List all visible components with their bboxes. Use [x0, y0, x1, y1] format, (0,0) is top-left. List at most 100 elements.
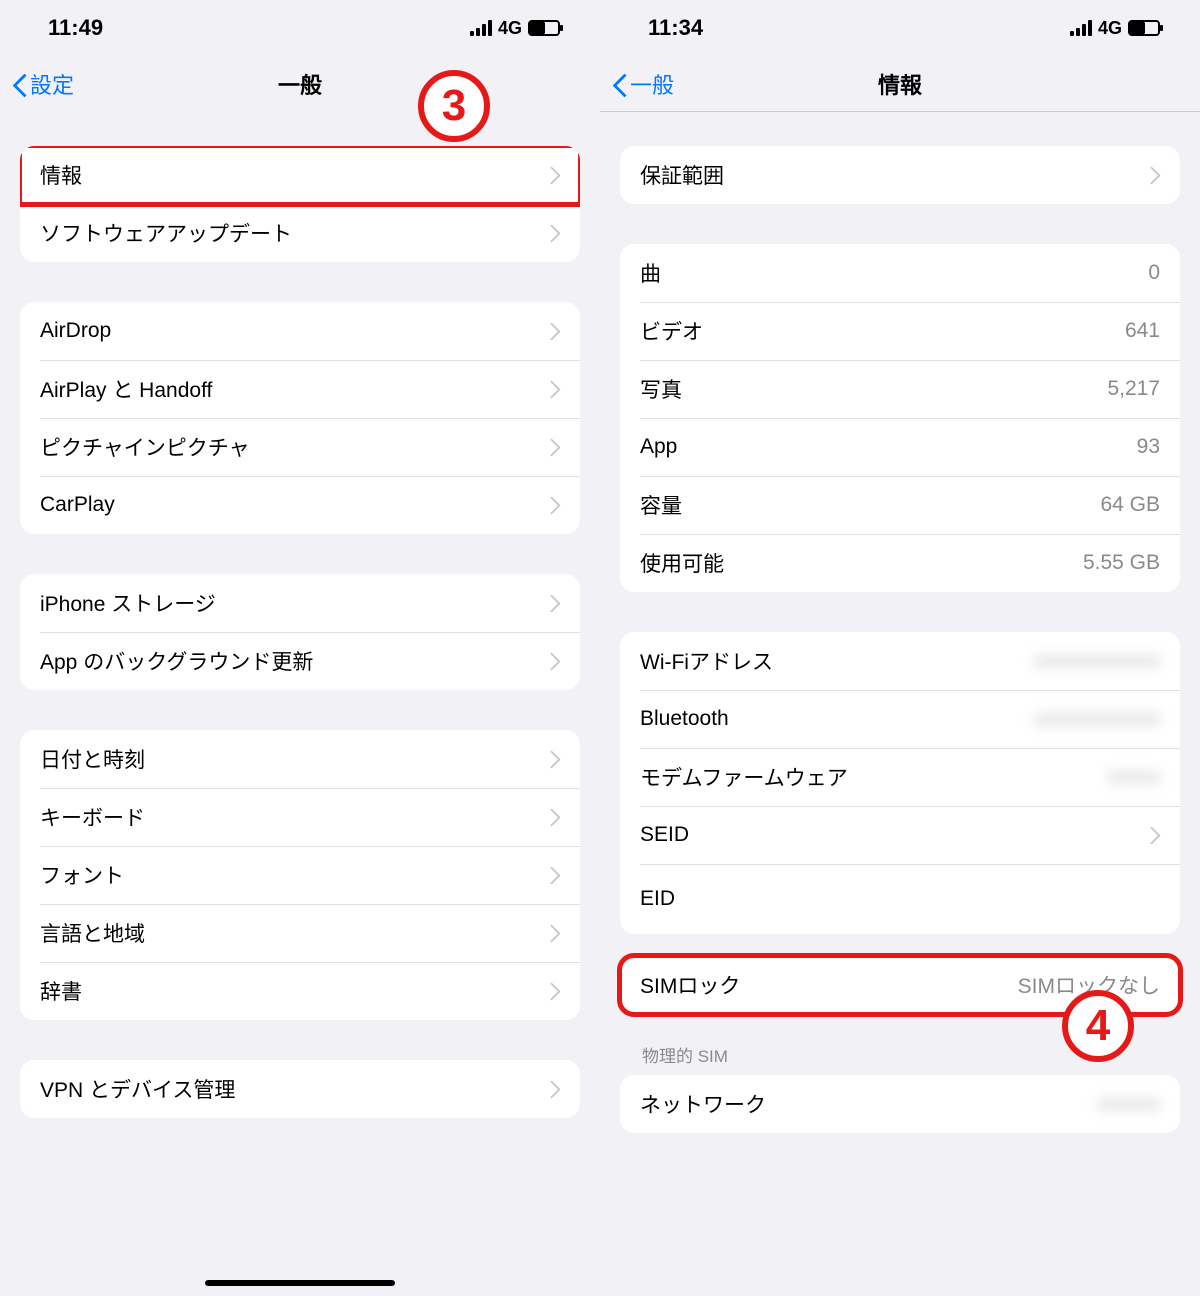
row-about[interactable]: 情報: [20, 146, 580, 204]
home-indicator: [205, 1280, 395, 1286]
chevron-right-icon: [548, 379, 560, 399]
status-right: 4G: [1070, 18, 1160, 39]
row-value: 5,217: [682, 377, 1160, 401]
row-label: 言語と地域: [40, 918, 145, 948]
row-pip[interactable]: ピクチャインピクチャ: [20, 418, 580, 476]
chevron-right-icon: [548, 165, 560, 185]
row-capacity: 容量 64 GB: [620, 476, 1180, 534]
row-background-refresh[interactable]: App のバックグラウンド更新: [20, 632, 580, 690]
row-available: 使用可能 5.55 GB: [620, 534, 1180, 592]
row-label: 日付と時刻: [40, 744, 145, 774]
group-airdrop: AirDrop AirPlay と Handoff ピクチャインピクチャ Car…: [20, 302, 580, 534]
row-songs: 曲 0: [620, 244, 1180, 302]
row-label: フォント: [40, 860, 124, 890]
chevron-right-icon: [548, 495, 560, 515]
row-label: App: [640, 435, 677, 459]
row-photos: 写真 5,217: [620, 360, 1180, 418]
chevron-left-icon: [612, 70, 628, 98]
row-iphone-storage[interactable]: iPhone ストレージ: [20, 574, 580, 632]
row-label: 使用可能: [640, 548, 724, 578]
row-wifi-address: Wi-Fiアドレス xxxxxxxxxxxx: [620, 632, 1180, 690]
group-addresses: Wi-Fiアドレス xxxxxxxxxxxx Bluetooth xxxxxxx…: [620, 632, 1180, 934]
chevron-right-icon: [548, 593, 560, 613]
status-bar: 11:49 4G: [0, 0, 600, 56]
row-label: 辞書: [40, 976, 82, 1006]
row-value: 64 GB: [682, 493, 1160, 517]
nav-title: 一般: [0, 68, 600, 100]
nav-back-label: 一般: [630, 68, 674, 100]
row-label: 曲: [640, 258, 661, 288]
row-value: 5.55 GB: [724, 551, 1160, 575]
battery-icon: [528, 20, 560, 36]
chevron-right-icon: [548, 651, 560, 671]
battery-icon: [1128, 20, 1160, 36]
row-modem-firmware: モデムファームウェア xxxxx: [620, 748, 1180, 806]
row-label: AirPlay と Handoff: [40, 374, 212, 404]
settings-list: 情報 ソフトウェアアップデート AirDrop AirPlay と Handof…: [0, 146, 600, 1158]
row-label: 保証範囲: [640, 160, 724, 190]
step-badge-3: 3: [418, 70, 490, 142]
row-label: Bluetooth: [640, 707, 729, 731]
chevron-right-icon: [548, 437, 560, 457]
row-carplay[interactable]: CarPlay: [20, 476, 580, 534]
row-software-update[interactable]: ソフトウェアアップデート: [20, 204, 580, 262]
row-network: ネットワーク xxxxxx: [620, 1075, 1180, 1133]
row-label: CarPlay: [40, 493, 115, 517]
row-label: iPhone ストレージ: [40, 588, 216, 618]
row-vpn-device-management[interactable]: VPN とデバイス管理: [20, 1060, 580, 1118]
row-value: xxxxxxxxxxxx: [773, 649, 1160, 673]
chevron-right-icon: [548, 865, 560, 885]
row-fonts[interactable]: フォント: [20, 846, 580, 904]
row-value: xxxxxx: [766, 1092, 1160, 1116]
row-apps: App 93: [620, 418, 1180, 476]
nav-title: 情報: [600, 68, 1200, 100]
row-date-time[interactable]: 日付と時刻: [20, 730, 580, 788]
row-bluetooth: Bluetooth xxxxxxxxxxxx: [620, 690, 1180, 748]
status-time: 11:34: [648, 15, 703, 41]
row-value: xxxxx: [848, 765, 1160, 789]
right-phone-about: 11:34 4G 一般 情報 4 保証範囲 曲 0 ビデオ 641: [600, 0, 1200, 1296]
nav-bar: 設定 一般: [0, 56, 600, 112]
group-warranty: 保証範囲: [620, 146, 1180, 204]
chevron-right-icon: [548, 923, 560, 943]
group-about: 情報 ソフトウェアアップデート: [20, 146, 580, 262]
row-dictionary[interactable]: 辞書: [20, 962, 580, 1020]
group-datetime: 日付と時刻 キーボード フォント 言語と地域 辞書: [20, 730, 580, 1020]
row-warranty[interactable]: 保証範囲: [620, 146, 1180, 204]
row-videos: ビデオ 641: [620, 302, 1180, 360]
row-language-region[interactable]: 言語と地域: [20, 904, 580, 962]
row-seid[interactable]: SEID: [620, 806, 1180, 864]
row-label: 容量: [640, 490, 682, 520]
row-label: キーボード: [40, 802, 145, 832]
row-label: ソフトウェアアップデート: [40, 218, 292, 248]
network-label: 4G: [498, 18, 522, 39]
chevron-right-icon: [548, 981, 560, 1001]
chevron-right-icon: [548, 807, 560, 827]
status-right: 4G: [470, 18, 560, 39]
chevron-left-icon: [12, 70, 28, 98]
row-label: モデムファームウェア: [640, 762, 848, 792]
nav-back-button[interactable]: 設定: [0, 68, 74, 100]
row-airdrop[interactable]: AirDrop: [20, 302, 580, 360]
row-label: SIMロック: [640, 970, 740, 1000]
row-eid: EID: [620, 864, 1180, 934]
row-label: ビデオ: [640, 316, 703, 346]
row-keyboard[interactable]: キーボード: [20, 788, 580, 846]
nav-bar: 一般 情報: [600, 56, 1200, 112]
row-label: EID: [640, 887, 675, 911]
status-time: 11:49: [48, 15, 103, 41]
nav-back-button[interactable]: 一般: [600, 68, 674, 100]
row-label: ピクチャインピクチャ: [40, 432, 250, 462]
row-airplay[interactable]: AirPlay と Handoff: [20, 360, 580, 418]
row-label: ネットワーク: [640, 1089, 766, 1119]
row-value: 0: [661, 261, 1160, 285]
step-badge-4: 4: [1062, 990, 1134, 1062]
row-value: xxxxxxxxxxxx: [729, 707, 1160, 731]
chevron-right-icon: [1148, 165, 1160, 185]
status-bar: 11:34 4G: [600, 0, 1200, 56]
group-vpn: VPN とデバイス管理: [20, 1060, 580, 1118]
chevron-right-icon: [548, 223, 560, 243]
row-value: 641: [703, 319, 1160, 343]
row-label: 写真: [640, 374, 682, 404]
chevron-right-icon: [1148, 825, 1160, 845]
